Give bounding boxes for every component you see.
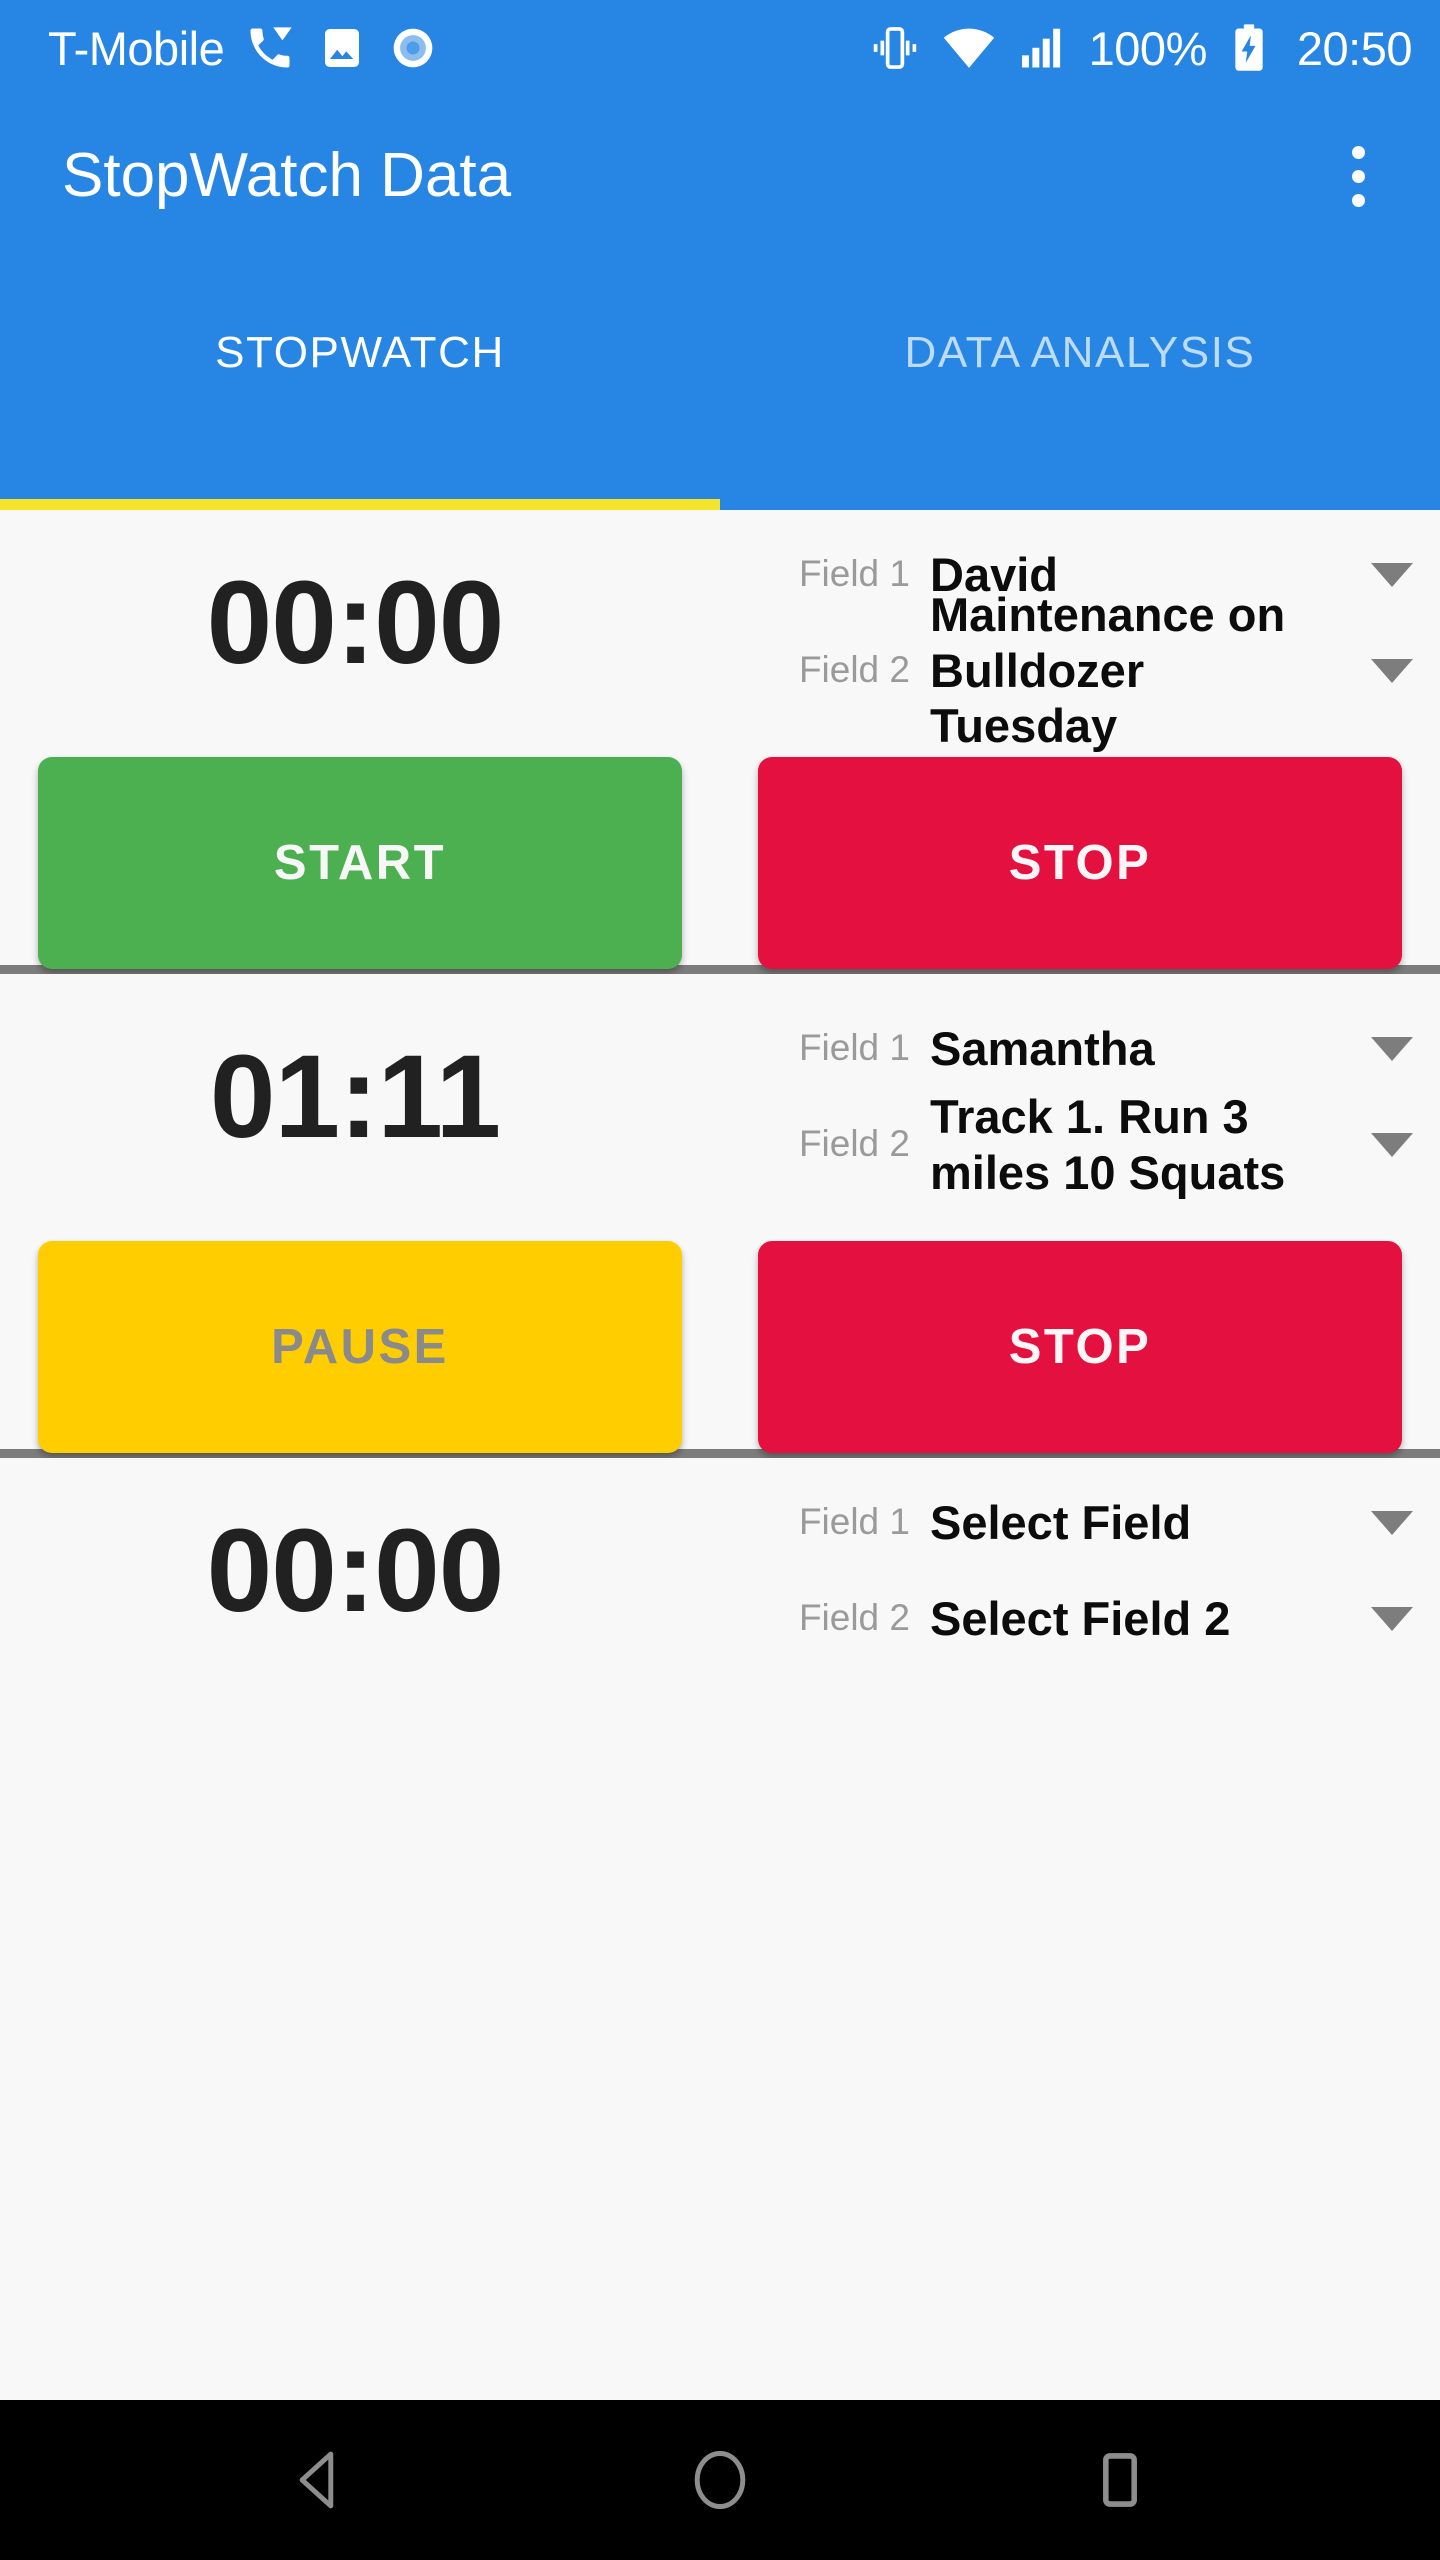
more-dot: [1351, 169, 1365, 183]
field-row-2[interactable]: Field 2 Track 1. Run 3 miles 10 Squats: [740, 1090, 1440, 1199]
vibrate-icon: [873, 27, 916, 69]
stop-button[interactable]: STOP: [758, 1241, 1402, 1453]
phone-screen: T-Mobile 100% 20:50 StopWatch Data STOPW…: [0, 0, 1440, 2560]
field2-value: Select Field 2: [930, 1591, 1231, 1645]
carrier-label: T-Mobile: [48, 21, 225, 75]
timer-display: 01:11: [209, 1030, 501, 1163]
status-left-icons: [244, 22, 438, 74]
screenshot-icon: [325, 29, 360, 67]
cellular-signal-icon: [1021, 28, 1060, 68]
stopwatch-card-top: 01:11 Field 1 Samantha Field 2 Track 1. …: [0, 974, 1440, 1219]
stopwatch-actions: START STOP: [0, 735, 1440, 1009]
tab-indicator: [0, 499, 720, 510]
field2-label: Field 2: [798, 1123, 910, 1165]
timer-display: 00:00: [206, 1504, 505, 1637]
status-right-icons: 100% 20:50: [869, 20, 1413, 76]
home-circle-icon[interactable]: [650, 2410, 790, 2550]
timer-column: 00:00: [0, 510, 740, 735]
timer-column: 00:00: [0, 1458, 740, 1683]
chevron-down-icon[interactable]: [1344, 1510, 1440, 1535]
chevron-down-icon[interactable]: [1344, 658, 1440, 683]
timer-column: 01:11: [0, 974, 740, 1219]
fields-column: Field 1 Samantha Field 2 Track 1. Run 3 …: [740, 974, 1440, 1219]
field-row-2[interactable]: Field 2 Maintenance on Bulldozer Tuesday: [740, 588, 1440, 752]
stopwatch-card: 01:11 Field 1 Samantha Field 2 Track 1. …: [0, 974, 1440, 1453]
app-bar: StopWatch Data: [0, 96, 1440, 256]
status-bar: T-Mobile 100% 20:50: [0, 0, 1440, 96]
field2-label: Field 2: [798, 649, 910, 691]
pause-button[interactable]: PAUSE: [38, 1241, 682, 1453]
wifi-icon: [943, 28, 994, 68]
more-vert-icon[interactable]: [1310, 128, 1406, 224]
tab-data-analysis[interactable]: DATA ANALYSIS: [720, 256, 1440, 510]
chevron-down-icon[interactable]: [1344, 1606, 1440, 1631]
battery-charging-icon: [1235, 24, 1263, 71]
fields-column: Field 1 David Field 2 Maintenance on Bul…: [740, 510, 1440, 752]
field1-label: Field 1: [798, 1501, 910, 1543]
fields-column: Field 1 Select Field Field 2 Select Fiel…: [740, 1458, 1440, 1683]
chevron-down-icon[interactable]: [1344, 1036, 1440, 1061]
field1-label: Field 1: [798, 1027, 910, 1069]
record-icon: [393, 28, 433, 68]
stopwatch-card: 00:00 Field 1 Select Field Field 2 Selec…: [0, 1458, 1440, 2400]
start-button[interactable]: START: [38, 757, 682, 969]
chevron-down-icon[interactable]: [1344, 562, 1440, 587]
stopwatch-card-top: 00:00 Field 1 David Field 2 Maintenance …: [0, 510, 1440, 752]
field2-label: Field 2: [798, 1597, 910, 1639]
stopwatch-list: 00:00 Field 1 David Field 2 Maintenance …: [0, 510, 1440, 2400]
more-dot: [1351, 145, 1365, 159]
field-row-1[interactable]: Field 1 Select Field: [740, 1475, 1440, 1571]
back-triangle-icon[interactable]: [250, 2410, 390, 2550]
field-row-2[interactable]: Field 2 Select Field 2: [740, 1571, 1440, 1667]
stopwatch-card: 00:00 Field 1 David Field 2 Maintenance …: [0, 510, 1440, 969]
stop-button[interactable]: STOP: [758, 757, 1402, 969]
android-nav-bar: [0, 2400, 1440, 2560]
field1-value: Select Field: [930, 1495, 1192, 1549]
clock-label: 20:50: [1296, 21, 1413, 75]
chevron-down-icon[interactable]: [1344, 1132, 1440, 1157]
timer-display: 00:00: [206, 556, 505, 689]
battery-percent-label: 100%: [1088, 21, 1208, 75]
tab-stopwatch[interactable]: STOPWATCH: [0, 256, 720, 510]
field2-value: Maintenance on Bulldozer Tuesday: [930, 588, 1286, 753]
field1-label: Field 1: [798, 553, 910, 595]
page-title: StopWatch Data: [62, 141, 512, 210]
stopwatch-actions: PAUSE STOP: [0, 1219, 1440, 1493]
field2-value: Track 1. Run 3 miles 10 Squats: [930, 1090, 1286, 1199]
recents-square-icon[interactable]: [1050, 2410, 1190, 2550]
field1-value: Samantha: [930, 1021, 1155, 1075]
field-row-1[interactable]: Field 1 Samantha: [740, 1001, 1440, 1097]
missed-call-icon: [250, 27, 292, 68]
tab-bar: STOPWATCH DATA ANALYSIS: [0, 256, 1440, 510]
more-dot: [1351, 193, 1365, 207]
stopwatch-card-top: 00:00 Field 1 Select Field Field 2 Selec…: [0, 1458, 1440, 1683]
